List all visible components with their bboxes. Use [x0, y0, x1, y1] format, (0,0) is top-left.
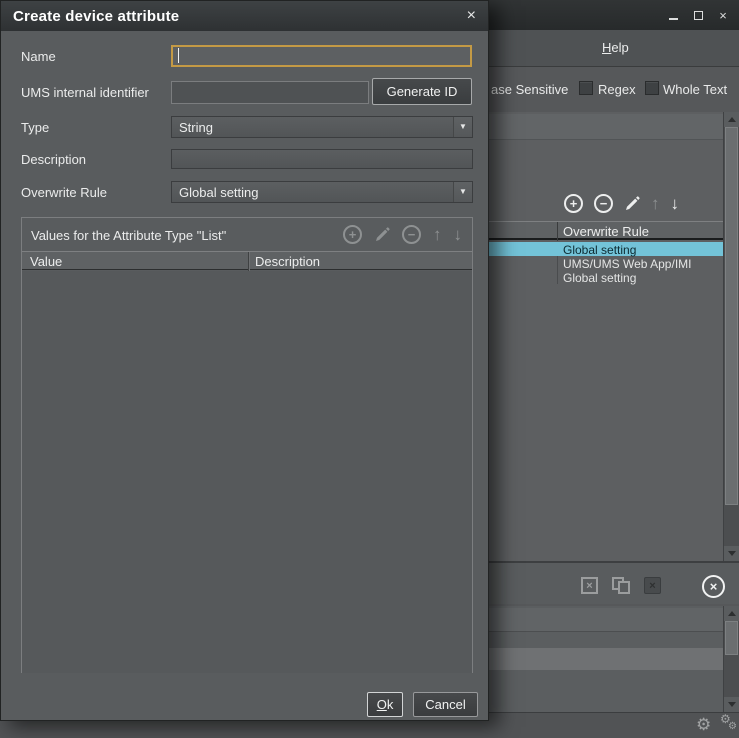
regex-label: Regex	[598, 82, 636, 97]
scroll-down-icon	[728, 551, 736, 556]
add-icon[interactable]: +	[564, 194, 583, 213]
scroll-up-icon	[728, 611, 736, 616]
type-label: Type	[21, 120, 49, 135]
whole-text-checkbox[interactable]	[645, 81, 659, 95]
dropdown-arrow-button[interactable]: ▼	[453, 182, 472, 202]
ok-button[interactable]: Ok	[367, 692, 403, 717]
whole-text-label: Whole Text	[663, 82, 727, 97]
screen: × Help ase Sensitive Regex Whole Text + …	[0, 0, 739, 738]
maximize-icon	[694, 11, 703, 20]
lower-vertical-scrollbar[interactable]	[723, 606, 739, 712]
overwrite-rule-column-header[interactable]: Overwrite Rule	[563, 224, 649, 239]
scroll-up-icon	[728, 117, 736, 122]
column-divider	[557, 222, 558, 241]
close-icon: ×	[719, 8, 727, 23]
values-toolbar: + − ↑ ↓	[343, 225, 462, 244]
description-input[interactable]	[171, 149, 473, 169]
chevron-down-icon: ▼	[459, 123, 467, 131]
dialog-title: Create device attribute	[13, 8, 467, 25]
dialog-titlebar[interactable]: Create device attribute ×	[1, 1, 488, 31]
text-caret	[178, 48, 179, 63]
generate-id-button[interactable]: Generate ID	[372, 78, 472, 105]
case-sensitive-label: ase Sensitive	[491, 82, 568, 97]
copy-icon[interactable]	[612, 577, 631, 595]
name-label: Name	[21, 49, 56, 64]
column-divider[interactable]	[248, 252, 249, 271]
minimize-button[interactable]	[665, 7, 681, 23]
attributes-toolbar: + − ↑ ↓	[564, 194, 679, 213]
scroll-down-button[interactable]	[724, 546, 739, 561]
add-value-icon[interactable]: +	[343, 225, 362, 244]
value-column-header[interactable]: Value	[30, 254, 62, 269]
values-table-body[interactable]	[22, 271, 472, 673]
type-dropdown[interactable]: String ▼	[171, 116, 473, 138]
ums-identifier-label: UMS internal identifier	[21, 85, 149, 100]
description-column-header[interactable]: Description	[255, 254, 320, 269]
lower-scroll-up-button[interactable]	[724, 606, 739, 621]
clear-selection-icon[interactable]: ×	[581, 577, 598, 594]
overwrite-rule-dropdown[interactable]: Global setting ▼	[171, 181, 473, 203]
move-value-up-icon[interactable]: ↑	[433, 226, 442, 243]
scroll-down-icon	[728, 702, 736, 707]
help-button[interactable]: Help	[594, 38, 637, 57]
close-circle-icon[interactable]: ×	[702, 575, 725, 598]
overwrite-rule-label: Overwrite Rule	[21, 185, 107, 200]
description-label: Description	[21, 152, 86, 167]
lower-scrollbar-thumb[interactable]	[725, 621, 738, 655]
remove-value-icon[interactable]: −	[402, 225, 421, 244]
window-controls: ×	[665, 0, 731, 30]
name-input[interactable]	[171, 45, 472, 67]
lower-scroll-down-button[interactable]	[724, 697, 739, 712]
scroll-up-button[interactable]	[724, 112, 739, 127]
move-value-down-icon[interactable]: ↓	[454, 226, 463, 243]
gear-icon: ⚙	[728, 722, 737, 732]
regex-checkbox[interactable]	[579, 81, 593, 95]
edit-value-icon[interactable]	[374, 227, 390, 243]
values-table-header: Value Description	[22, 251, 472, 270]
move-up-icon[interactable]: ↑	[651, 195, 660, 212]
cancel-button[interactable]: Cancel	[413, 692, 478, 717]
chevron-down-icon: ▼	[459, 188, 467, 196]
maximize-button[interactable]	[690, 7, 706, 23]
ums-identifier-input[interactable]	[171, 81, 369, 104]
values-group: Values for the Attribute Type "List" + −…	[21, 217, 473, 673]
vertical-scrollbar[interactable]	[723, 112, 739, 561]
gear-icon: ⚙	[696, 716, 711, 733]
values-group-title: Values for the Attribute Type "List"	[31, 228, 226, 243]
dialog-close-icon[interactable]: ×	[467, 8, 476, 24]
dropdown-arrow-button[interactable]: ▼	[453, 117, 472, 137]
delete-icon[interactable]: ×	[644, 577, 661, 594]
create-device-attribute-dialog: Create device attribute × Name UMS inter…	[0, 0, 489, 721]
edit-icon[interactable]	[624, 196, 640, 212]
move-down-icon[interactable]: ↓	[671, 195, 680, 212]
minimize-icon	[669, 18, 678, 20]
scrollbar-thumb[interactable]	[725, 127, 738, 505]
remove-icon[interactable]: −	[594, 194, 613, 213]
window-close-button[interactable]: ×	[715, 7, 731, 23]
